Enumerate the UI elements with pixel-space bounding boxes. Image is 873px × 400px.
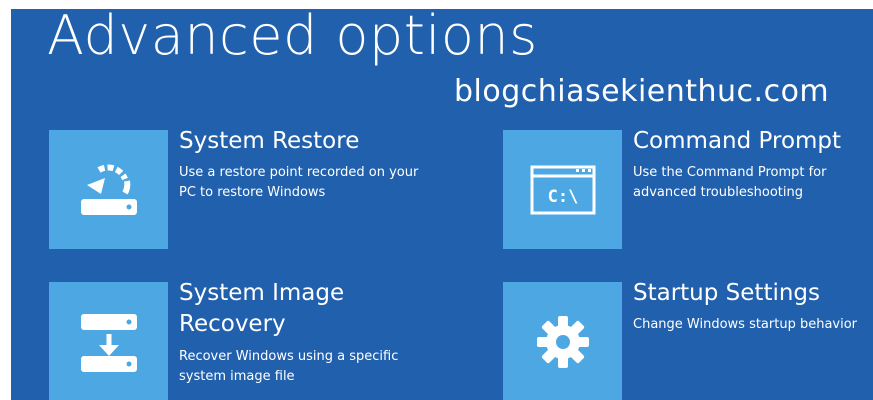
option-startup-settings[interactable]: Startup Settings Change Windows startup … <box>503 280 873 400</box>
startup-settings-title: Startup Settings <box>633 280 821 306</box>
command-prompt-tile[interactable]: C:\ <box>503 130 622 249</box>
system-image-recovery-icon <box>80 313 137 372</box>
command-prompt-icon: C:\ <box>530 165 595 214</box>
option-command-prompt[interactable]: C:\ Command Prompt Use the Command Promp… <box>503 128 873 249</box>
system-restore-title: System Restore <box>179 128 360 154</box>
startup-settings-description: Change Windows startup behavior <box>633 317 858 332</box>
option-system-restore[interactable]: System Restore Use a restore point recor… <box>49 128 469 249</box>
command-prompt-description: Use the Command Prompt for advanced trou… <box>633 165 827 200</box>
gear-icon <box>536 315 589 368</box>
system-image-recovery-title: System Image Recovery <box>179 280 345 337</box>
option-system-image-recovery[interactable]: System Image Recovery Recover Windows us… <box>49 280 469 400</box>
page-title: Advanced options <box>47 9 538 67</box>
system-restore-icon <box>80 163 137 215</box>
advanced-options-screen: Advanced options blogchiasekienthuc.com … <box>11 9 873 400</box>
watermark: blogchiasekienthuc.com <box>454 74 830 109</box>
system-restore-description: Use a restore point recorded on your PC … <box>179 165 419 200</box>
svg-text:C:\: C:\ <box>547 187 578 207</box>
startup-settings-tile[interactable] <box>503 282 622 400</box>
command-prompt-title: Command Prompt <box>633 128 842 154</box>
system-restore-tile[interactable] <box>49 130 168 249</box>
system-image-recovery-tile[interactable] <box>49 282 168 400</box>
system-image-recovery-description: Recover Windows using a specific system … <box>179 349 399 384</box>
